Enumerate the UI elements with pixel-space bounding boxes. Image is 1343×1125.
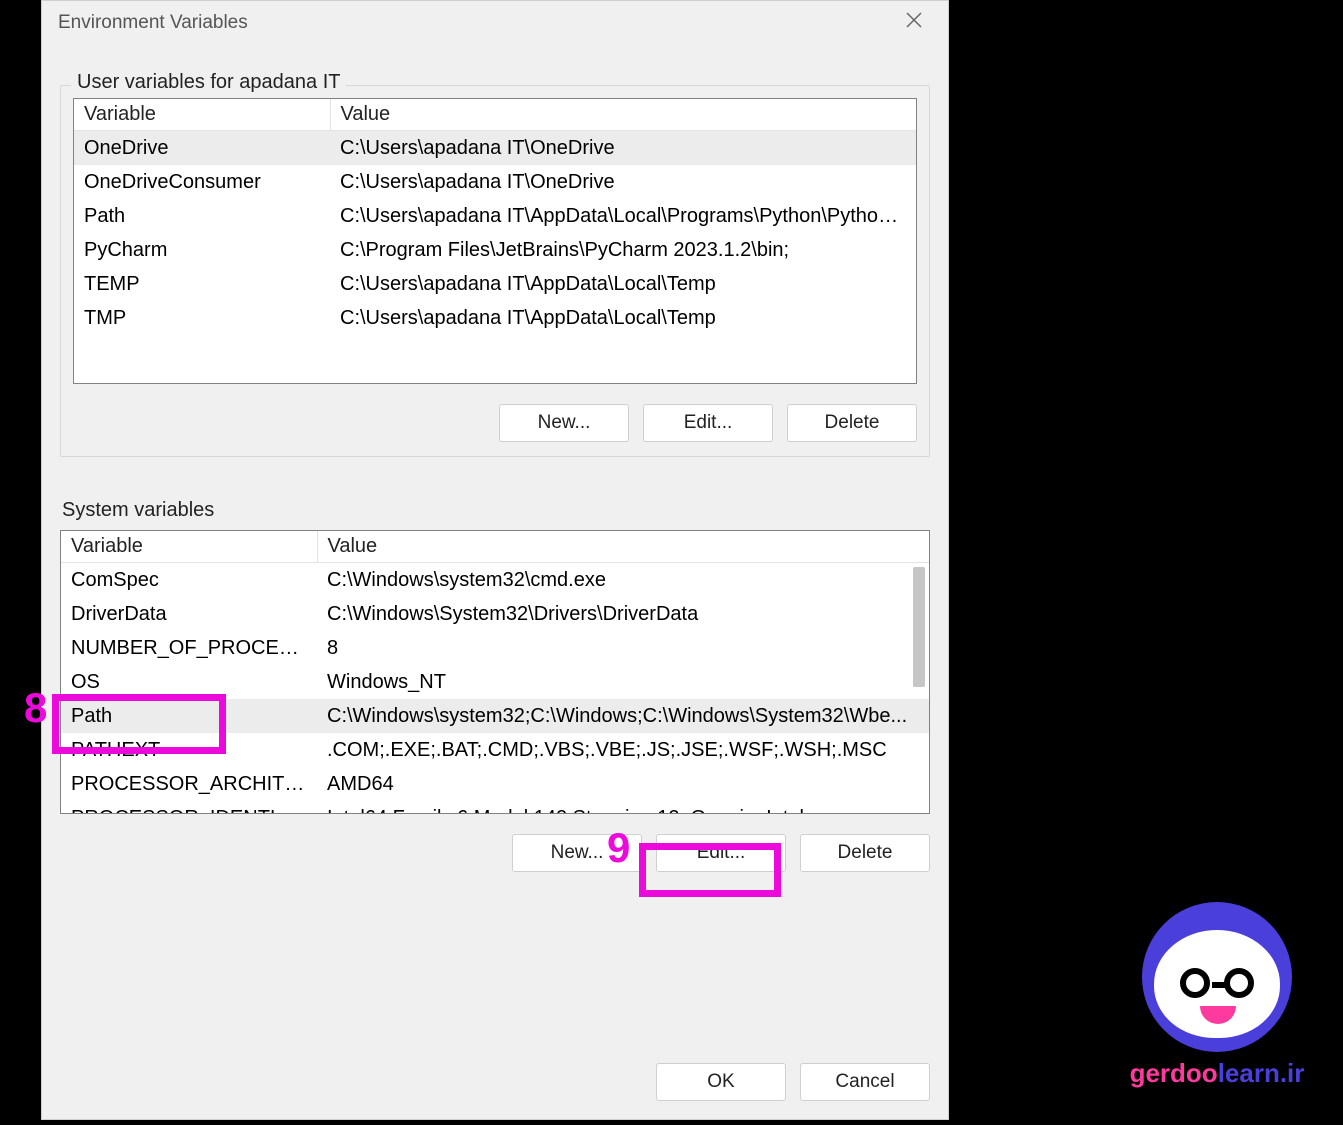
system-variables-label: System variables	[60, 499, 930, 522]
var-name-cell: PyCharm	[74, 233, 330, 267]
var-name-cell: PROCESSOR_IDENTIFIER	[61, 801, 317, 814]
system-scrollbar[interactable]	[911, 567, 927, 811]
system-var-row[interactable]: PATHEXT.COM;.EXE;.BAT;.CMD;.VBS;.VBE;.JS…	[61, 733, 929, 767]
system-var-row[interactable]: PathC:\Windows\system32;C:\Windows;C:\Wi…	[61, 699, 929, 733]
environment-variables-dialog: Environment Variables User variables for…	[41, 0, 949, 1120]
user-var-row[interactable]: PyCharmC:\Program Files\JetBrains\PyChar…	[74, 233, 916, 267]
var-value-cell: C:\Users\apadana IT\AppData\Local\Progra…	[330, 199, 916, 233]
scrollbar-thumb[interactable]	[913, 567, 925, 687]
system-var-row[interactable]: PROCESSOR_IDENTIFIERIntel64 Family 6 Mod…	[61, 801, 929, 814]
dialog-bottom-row: OK Cancel	[60, 1039, 930, 1101]
var-name-cell: Path	[61, 699, 317, 733]
ok-button[interactable]: OK	[656, 1063, 786, 1101]
user-col-value[interactable]: Value	[330, 99, 916, 131]
var-name-cell: OneDriveConsumer	[74, 165, 330, 199]
system-col-variable[interactable]: Variable	[61, 531, 317, 563]
var-value-cell: 8	[317, 631, 929, 665]
var-value-cell: AMD64	[317, 767, 929, 801]
var-name-cell: DriverData	[61, 597, 317, 631]
watermark-text: gerdoolearn.ir	[1107, 1058, 1327, 1089]
user-variables-group: User variables for apadana IT Variable V…	[60, 85, 930, 457]
var-value-cell: .COM;.EXE;.BAT;.CMD;.VBS;.VBE;.JS;.JSE;.…	[317, 733, 929, 767]
system-var-row[interactable]: OSWindows_NT	[61, 665, 929, 699]
user-var-row[interactable]: OneDriveConsumerC:\Users\apadana IT\OneD…	[74, 165, 916, 199]
watermark-logo: gerdoolearn.ir	[1107, 902, 1327, 1089]
var-value-cell: C:\Users\apadana IT\AppData\Local\Temp	[330, 267, 916, 301]
var-value-cell: Intel64 Family 6 Model 142 Stepping 12, …	[317, 801, 929, 814]
user-delete-button[interactable]: Delete	[787, 404, 917, 442]
system-edit-button[interactable]: Edit...	[656, 834, 786, 872]
system-variables-table[interactable]: Variable Value ComSpecC:\Windows\system3…	[61, 531, 929, 814]
var-name-cell: OS	[61, 665, 317, 699]
system-var-row[interactable]: ComSpecC:\Windows\system32\cmd.exe	[61, 563, 929, 598]
var-name-cell: NUMBER_OF_PROCESSORS	[61, 631, 317, 665]
system-delete-button[interactable]: Delete	[800, 834, 930, 872]
system-var-row[interactable]: NUMBER_OF_PROCESSORS8	[61, 631, 929, 665]
user-new-button[interactable]: New...	[499, 404, 629, 442]
system-new-button[interactable]: New...	[512, 834, 642, 872]
user-col-variable[interactable]: Variable	[74, 99, 330, 131]
user-variables-table[interactable]: Variable Value OneDriveC:\Users\apadana …	[74, 99, 916, 335]
var-value-cell: C:\Users\apadana IT\OneDrive	[330, 131, 916, 166]
user-variables-legend: User variables for apadana IT	[71, 71, 346, 94]
var-value-cell: C:\Windows\system32;C:\Windows;C:\Window…	[317, 699, 929, 733]
dialog-title: Environment Variables	[58, 12, 248, 34]
system-buttons-row: New... Edit... Delete	[60, 834, 930, 872]
var-value-cell: C:\Program Files\JetBrains\PyCharm 2023.…	[330, 233, 916, 267]
system-var-row[interactable]: PROCESSOR_ARCHITECTUREAMD64	[61, 767, 929, 801]
user-var-row[interactable]: TMPC:\Users\apadana IT\AppData\Local\Tem…	[74, 301, 916, 335]
var-value-cell: Windows_NT	[317, 665, 929, 699]
var-value-cell: C:\Users\apadana IT\OneDrive	[330, 165, 916, 199]
dialog-content: User variables for apadana IT Variable V…	[42, 45, 948, 1119]
var-name-cell: Path	[74, 199, 330, 233]
cancel-button[interactable]: Cancel	[800, 1063, 930, 1101]
var-name-cell: OneDrive	[74, 131, 330, 166]
titlebar: Environment Variables	[42, 1, 948, 45]
close-icon	[906, 12, 922, 34]
user-var-row[interactable]: TEMPC:\Users\apadana IT\AppData\Local\Te…	[74, 267, 916, 301]
var-name-cell: ComSpec	[61, 563, 317, 598]
user-variables-table-wrap: Variable Value OneDriveC:\Users\apadana …	[73, 98, 917, 384]
logo-face-icon	[1142, 902, 1292, 1052]
user-var-row[interactable]: PathC:\Users\apadana IT\AppData\Local\Pr…	[74, 199, 916, 233]
user-edit-button[interactable]: Edit...	[643, 404, 773, 442]
var-name-cell: TEMP	[74, 267, 330, 301]
system-col-value[interactable]: Value	[317, 531, 929, 563]
user-buttons-row: New... Edit... Delete	[73, 404, 917, 442]
var-value-cell: C:\Windows\system32\cmd.exe	[317, 563, 929, 598]
system-variables-table-wrap: Variable Value ComSpecC:\Windows\system3…	[60, 530, 930, 814]
var-value-cell: C:\Users\apadana IT\AppData\Local\Temp	[330, 301, 916, 335]
close-button[interactable]	[894, 3, 934, 43]
user-var-row[interactable]: OneDriveC:\Users\apadana IT\OneDrive	[74, 131, 916, 166]
system-var-row[interactable]: DriverDataC:\Windows\System32\Drivers\Dr…	[61, 597, 929, 631]
var-value-cell: C:\Windows\System32\Drivers\DriverData	[317, 597, 929, 631]
var-name-cell: TMP	[74, 301, 330, 335]
var-name-cell: PATHEXT	[61, 733, 317, 767]
var-name-cell: PROCESSOR_ARCHITECTURE	[61, 767, 317, 801]
